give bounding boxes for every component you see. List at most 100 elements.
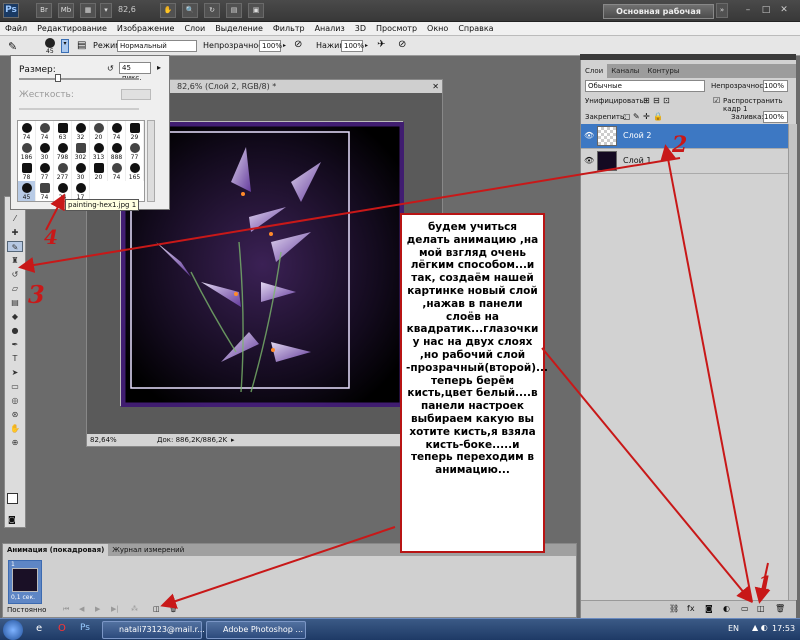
brush-preset[interactable]: 29 [126, 121, 144, 141]
brush-preset[interactable]: 74 [18, 121, 36, 141]
arrange-documents-icon[interactable]: ▤ [226, 3, 242, 18]
brush-size-slider-thumb[interactable] [55, 74, 61, 82]
brush-preset[interactable]: 63 [54, 121, 72, 141]
brush-tool-preset-icon[interactable]: ✎ [8, 40, 17, 53]
brush-preview-icon[interactable] [45, 38, 55, 48]
view-extras-icon[interactable]: ▦ [80, 3, 96, 18]
brush-size-slider[interactable] [19, 78, 139, 80]
menu-filter[interactable]: Фильтр [268, 22, 310, 36]
brush-hardness-slider[interactable] [19, 108, 139, 110]
layer1-name[interactable]: Слой 1 [623, 156, 651, 165]
dodge-tool-icon[interactable]: ● [7, 325, 23, 336]
maximize-icon[interactable]: □ [758, 4, 774, 17]
document-close-icon[interactable]: ✕ [432, 80, 439, 93]
blur-tool-icon[interactable]: ◆ [7, 311, 23, 322]
minimize-icon[interactable]: – [740, 4, 756, 17]
menu-layers[interactable]: Слои [179, 22, 210, 36]
brush-panel-toggle-icon[interactable]: ▤ [77, 40, 86, 51]
delete-layer-icon[interactable]: 🗑 [775, 604, 785, 613]
lock-pixels-icon[interactable]: ✎ [633, 112, 640, 121]
taskbar-photoshop[interactable]: Adobe Photoshop ... [206, 621, 306, 639]
fx-icon[interactable]: fx [687, 604, 695, 613]
photoshop-pinned-icon[interactable]: Ps [80, 623, 90, 633]
propagate-checkbox[interactable]: ☑ [713, 96, 720, 105]
duplicate-frame-icon[interactable]: ◫ [153, 605, 160, 613]
layer-row-layer1[interactable]: 👁 Слой 1 [581, 149, 788, 174]
brush-preset[interactable]: 30 [36, 141, 54, 161]
brush-preset[interactable]: 798 [54, 141, 72, 161]
lock-all-icon[interactable]: 🔒 [653, 112, 663, 121]
brush-preset[interactable]: 32 [72, 121, 90, 141]
tablet-opacity-icon[interactable]: ⊘ [294, 39, 302, 50]
loop-select[interactable]: Постоянно [7, 606, 46, 614]
workspace-menu-icon[interactable]: » [716, 3, 728, 18]
screen-mode-icon[interactable]: ▣ [248, 3, 264, 18]
bridge-icon[interactable]: Br [36, 3, 52, 18]
opacity-input[interactable]: 100% [259, 40, 282, 52]
brush-panel-menu-icon[interactable]: ▸ [157, 63, 161, 72]
zoom-icon-small[interactable]: ▾ [100, 3, 112, 18]
ie-icon[interactable]: e [36, 623, 42, 634]
adjustment-layer-icon[interactable]: ◐ [723, 604, 730, 613]
new-group-icon[interactable]: ▭ [741, 604, 749, 613]
previous-frame-icon[interactable]: ◀ [79, 605, 84, 613]
type-tool-icon[interactable]: T [7, 353, 23, 364]
brush-preset[interactable]: 20 [90, 161, 108, 181]
opacity-arrow-icon[interactable]: ▸ [283, 42, 286, 49]
brush-preset[interactable]: 77 [126, 141, 144, 161]
first-frame-icon[interactable]: ⏮ [63, 605, 69, 614]
brush-preset[interactable]: 77 [36, 161, 54, 181]
tween-icon[interactable]: ⁂ [131, 605, 138, 613]
brush-preset[interactable]: 74 [108, 121, 126, 141]
animation-frame-1[interactable]: 1 0,1 сек. [8, 560, 42, 604]
menu-analysis[interactable]: Анализ [310, 22, 350, 36]
next-frame-icon[interactable]: ▶| [111, 605, 119, 613]
brush-preset[interactable]: 74 [108, 161, 126, 181]
reset-size-icon[interactable]: ↺ [107, 64, 114, 73]
layer2-name[interactable]: Слой 2 [623, 131, 651, 140]
layer-opacity-input[interactable]: 100% [763, 80, 788, 92]
healing-tool-icon[interactable]: ✚ [7, 227, 23, 238]
eyedropper-tool-icon[interactable]: ⁄ [7, 213, 23, 224]
brush-preset[interactable]: 186 [18, 141, 36, 161]
brush-preset[interactable]: 20 [90, 121, 108, 141]
status-menu-arrow-icon[interactable]: ▸ [231, 434, 235, 446]
language-indicator[interactable]: EN [728, 624, 739, 633]
fill-input[interactable]: 100% [763, 111, 788, 123]
tab-channels[interactable]: Каналы [607, 64, 643, 78]
brush-preset[interactable]: 24 [54, 181, 72, 201]
layers-scrollbar[interactable] [788, 124, 797, 600]
tab-measurement-log[interactable]: Журнал измерений [108, 544, 188, 556]
airbrush-icon[interactable]: ✈ [377, 39, 385, 50]
brush-grid-scrollbar[interactable] [147, 120, 155, 202]
minibridge-icon[interactable]: Mb [58, 3, 74, 18]
path-selection-tool-icon[interactable]: ➤ [7, 367, 23, 378]
brush-preset[interactable]: 45 [18, 181, 36, 201]
brush-preset[interactable]: 313 [90, 141, 108, 161]
zoom-tool-icon[interactable]: 🔍 [182, 3, 198, 18]
shape-tool-icon[interactable]: ▭ [7, 381, 23, 392]
tab-paths[interactable]: Контуры [643, 64, 683, 78]
tray-icons[interactable]: ▲ ◐ [752, 623, 768, 632]
brush-preset[interactable]: 277 [54, 161, 72, 181]
close-icon[interactable]: ✕ [776, 4, 792, 17]
menu-window[interactable]: Окно [422, 22, 453, 36]
tab-animation[interactable]: Анимация (покадровая) [3, 544, 109, 556]
menu-edit[interactable]: Редактирование [32, 22, 112, 36]
lock-position-icon[interactable]: ✛ [643, 112, 650, 121]
visibility-eye-icon[interactable]: 👁 [584, 131, 594, 141]
brush-preset[interactable]: 30 [72, 161, 90, 181]
menu-file[interactable]: Файл [0, 22, 32, 36]
menu-select[interactable]: Выделение [210, 22, 268, 36]
eraser-tool-icon[interactable]: ▱ [7, 283, 23, 294]
3d-orbit-tool-icon[interactable]: ⊛ [7, 409, 23, 420]
tab-layers[interactable]: Слои [581, 64, 608, 78]
clone-stamp-tool-icon[interactable]: ♜ [7, 255, 23, 266]
panel-collapse-bar[interactable] [580, 54, 796, 60]
layer-mask-icon[interactable]: ◙ [705, 604, 713, 613]
zoom-tool-icon-2[interactable]: ⊕ [7, 437, 23, 448]
hand-tool-icon[interactable]: ✋ [160, 3, 176, 18]
brush-preset[interactable]: 74 [36, 121, 54, 141]
layer-row-layer2[interactable]: 👁 Слой 2 [581, 124, 788, 149]
brush-hardness-input[interactable] [121, 89, 151, 100]
